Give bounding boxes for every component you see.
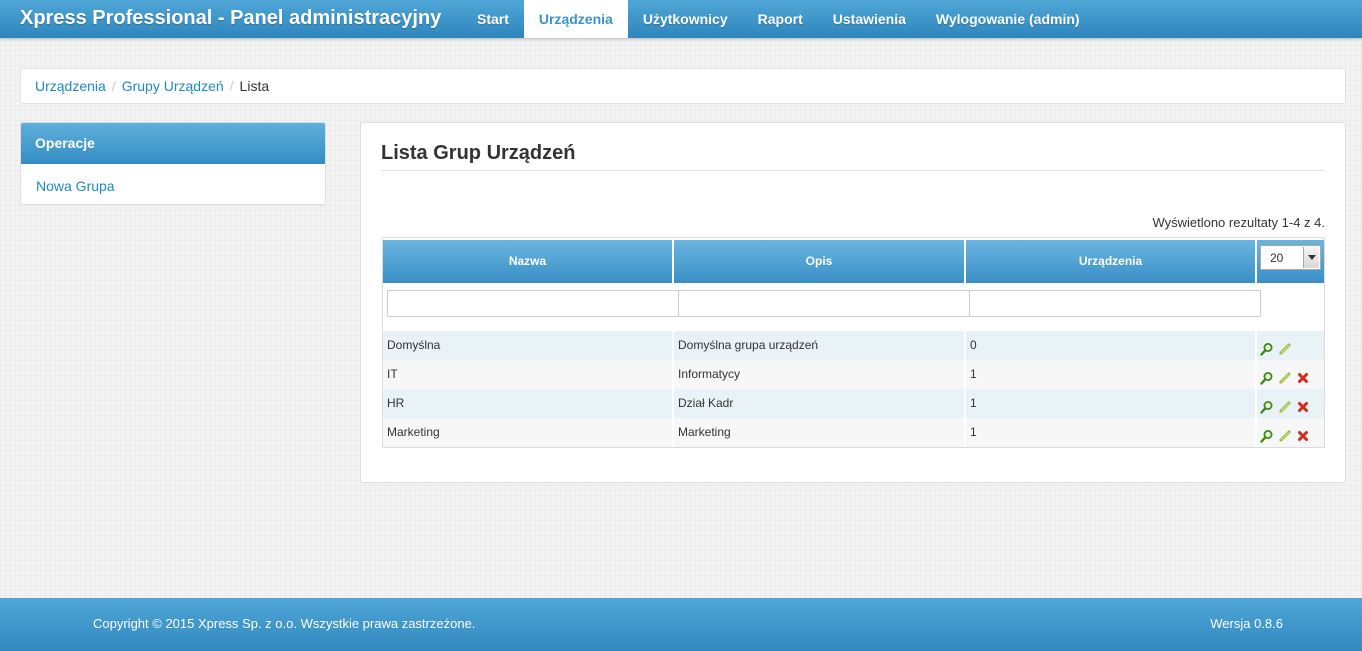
- column-header-nazwa[interactable]: Nazwa: [383, 240, 672, 283]
- column-header-opis[interactable]: Opis: [674, 240, 964, 283]
- version-text: Wersja 0.8.6: [1210, 616, 1283, 631]
- operations-panel: Operacje Nowa Grupa: [20, 122, 326, 205]
- view-icon[interactable]: [1260, 371, 1274, 385]
- breadcrumb-link-grupy[interactable]: Grupy Urządzeń: [122, 78, 224, 94]
- cell-urzadzenia: 1: [966, 360, 1257, 389]
- cell-nazwa: IT: [383, 360, 674, 389]
- breadcrumb-separator: /: [229, 78, 234, 94]
- main-nav: Start Urządzenia Użytkownicy Raport Usta…: [462, 0, 1095, 38]
- nav-uzytkownicy[interactable]: Użytkownicy: [628, 0, 743, 38]
- edit-icon[interactable]: [1278, 400, 1292, 414]
- group-list-panel: Lista Grup Urządzeń Wyświetlono rezultat…: [360, 122, 1346, 483]
- row-actions: [1257, 331, 1324, 360]
- edit-icon[interactable]: [1278, 429, 1292, 443]
- column-header-urzadzenia[interactable]: Urządzenia: [966, 240, 1255, 283]
- filter-opis-input[interactable]: [678, 290, 970, 317]
- delete-icon[interactable]: [1296, 429, 1310, 443]
- cell-opis: Domyślna grupa urządzeń: [674, 331, 966, 360]
- table-row: IT Informatycy 1: [383, 360, 1324, 389]
- footer: Copyright © 2015 Xpress Sp. z o.o. Wszys…: [0, 598, 1362, 651]
- row-actions: [1257, 389, 1324, 418]
- page-title: Lista Grup Urządzeń: [381, 142, 576, 164]
- operations-title: Operacje: [21, 123, 325, 164]
- chevron-down-icon[interactable]: [1303, 247, 1319, 268]
- cell-nazwa: Domyślna: [383, 331, 674, 360]
- row-actions: [1257, 360, 1324, 389]
- results-summary: Wyświetlono rezultaty 1-4 z 4.: [1152, 215, 1325, 230]
- nav-logout[interactable]: Wylogowanie (admin): [921, 0, 1095, 38]
- groups-table: Nazwa Opis Urządzenia 20 Domyślna Domyśl…: [382, 237, 1325, 448]
- breadcrumb: Urządzenia / Grupy Urządzeń / Lista: [20, 68, 1346, 104]
- new-group-link[interactable]: Nowa Grupa: [21, 164, 325, 204]
- cell-nazwa: Marketing: [383, 418, 674, 447]
- view-icon[interactable]: [1260, 429, 1274, 443]
- table-row: Marketing Marketing 1: [383, 418, 1324, 447]
- nav-start[interactable]: Start: [462, 0, 524, 38]
- nav-raport[interactable]: Raport: [743, 0, 818, 38]
- breadcrumb-current: Lista: [239, 78, 270, 94]
- title-divider: [381, 170, 1325, 171]
- page-size-select[interactable]: 20: [1260, 245, 1321, 270]
- delete-icon[interactable]: [1296, 400, 1310, 414]
- breadcrumb-separator: /: [111, 78, 116, 94]
- view-icon[interactable]: [1260, 400, 1274, 414]
- cell-nazwa: HR: [383, 389, 674, 418]
- cell-opis: Informatycy: [674, 360, 966, 389]
- cell-opis: Marketing: [674, 418, 966, 447]
- app-title[interactable]: Xpress Professional - Panel administracy…: [20, 7, 441, 30]
- cell-urzadzenia: 1: [966, 389, 1257, 418]
- row-actions: [1257, 418, 1324, 447]
- edit-icon[interactable]: [1278, 342, 1292, 356]
- filter-urzadzenia-input[interactable]: [969, 290, 1261, 317]
- cell-opis: Dział Kadr: [674, 389, 966, 418]
- cell-urzadzenia: 0: [966, 331, 1257, 360]
- top-navbar: Xpress Professional - Panel administracy…: [0, 0, 1362, 38]
- view-icon[interactable]: [1260, 342, 1274, 356]
- filter-nazwa-input[interactable]: [387, 290, 679, 317]
- nav-urzadzenia[interactable]: Urządzenia: [523, 0, 628, 38]
- table-row: Domyślna Domyślna grupa urządzeń 0: [383, 331, 1324, 360]
- copyright-text: Copyright © 2015 Xpress Sp. z o.o. Wszys…: [93, 616, 476, 631]
- breadcrumb-link-urzadzenia[interactable]: Urządzenia: [35, 78, 106, 94]
- page-size-cell: 20: [1257, 240, 1324, 283]
- table-row: HR Dział Kadr 1: [383, 389, 1324, 418]
- cell-urzadzenia: 1: [966, 418, 1257, 447]
- delete-icon[interactable]: [1296, 371, 1310, 385]
- page-size-value: 20: [1270, 251, 1284, 265]
- edit-icon[interactable]: [1278, 371, 1292, 385]
- nav-ustawienia[interactable]: Ustawienia: [818, 0, 921, 38]
